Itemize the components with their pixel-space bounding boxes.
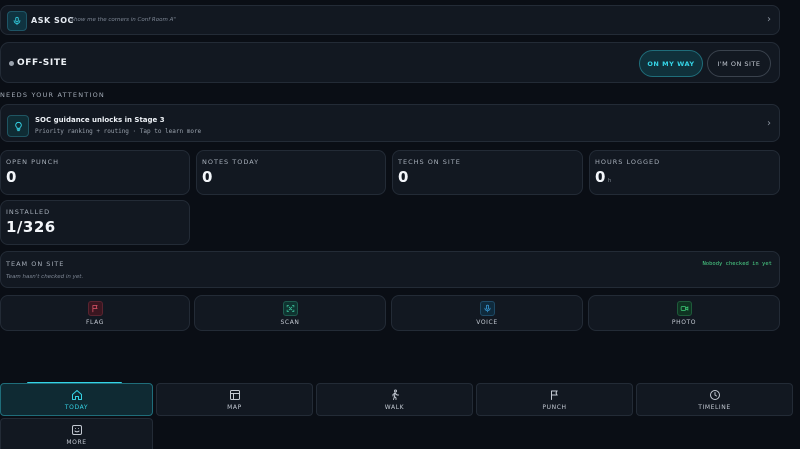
scan-action-button[interactable]: SCAN: [194, 295, 386, 331]
flag-icon: [550, 390, 558, 400]
nav-label: TIMELINE: [698, 404, 731, 411]
home-icon: [71, 390, 82, 400]
stat-value: 0: [398, 168, 409, 186]
photo-action-button[interactable]: PHOTO: [588, 295, 780, 331]
nav-label: MAP: [227, 404, 242, 411]
stat-value: 0h: [595, 168, 612, 186]
stat-label: HOURS LOGGED: [595, 158, 661, 166]
action-label: SCAN: [280, 319, 300, 326]
more-icon: [71, 425, 82, 435]
stat-installed[interactable]: INSTALLED 1/326: [0, 200, 190, 245]
mic-icon: [480, 301, 495, 316]
stat-notes-today[interactable]: NOTES TODAY 0: [196, 150, 386, 195]
stat-value: 0: [6, 168, 17, 186]
stat-techs-on-site[interactable]: TECHS ON SITE 0: [392, 150, 583, 195]
flag-action-button[interactable]: FLAG: [0, 295, 190, 331]
mic-icon: [7, 11, 27, 31]
guidance-subtitle: Priority ranking + routing · Tap to lear…: [35, 128, 202, 135]
stat-unit: h: [607, 178, 612, 184]
ask-soc-bar[interactable]: ASK SOC "Show me the corners in Conf Roo…: [0, 5, 780, 35]
stat-label: NOTES TODAY: [202, 158, 260, 166]
flag-icon: [88, 301, 103, 316]
nav-tab-map[interactable]: MAP: [156, 383, 313, 416]
team-on-site-card[interactable]: TEAM ON SITE Team hasn't checked in yet.…: [0, 251, 780, 288]
nav-tab-today[interactable]: TODAY: [0, 383, 153, 416]
action-label: VOICE: [476, 319, 498, 326]
nav-label: MORE: [66, 439, 87, 446]
nav-tab-walk[interactable]: WALK: [316, 383, 473, 416]
on-my-way-button[interactable]: ON MY WAY: [639, 50, 703, 77]
nav-tab-more[interactable]: MORE: [0, 418, 153, 449]
nav-label: WALK: [384, 404, 405, 411]
clock-icon: [709, 390, 720, 400]
section-title-attention: NEEDS YOUR ATTENTION: [0, 91, 105, 99]
status-dot-icon: [9, 61, 14, 66]
guidance-title: SOC guidance unlocks in Stage 3: [35, 116, 165, 124]
team-on-site-label: TEAM ON SITE: [6, 260, 65, 268]
im-on-site-button[interactable]: I'M ON SITE: [707, 50, 771, 77]
chevron-right-icon: ›: [767, 118, 771, 129]
map-icon: [229, 390, 240, 400]
soc-guidance-card[interactable]: SOC guidance unlocks in Stage 3 Priority…: [0, 104, 780, 142]
nav-label: TODAY: [64, 404, 89, 411]
stat-hours-logged[interactable]: HOURS LOGGED 0h: [589, 150, 780, 195]
stat-value: 1/326: [6, 218, 56, 236]
voice-action-button[interactable]: VOICE: [391, 295, 583, 331]
walk-icon: [392, 389, 399, 400]
action-label: FLAG: [86, 319, 104, 326]
team-empty-message: Team hasn't checked in yet.: [6, 274, 84, 280]
nav-label: PUNCH: [542, 404, 567, 411]
scan-icon: [283, 301, 298, 316]
stat-label: INSTALLED: [6, 208, 51, 216]
stat-label: TECHS ON SITE: [398, 158, 461, 166]
nav-tab-punch[interactable]: PUNCH: [476, 383, 633, 416]
team-checkin-status: Nobody checked in yet: [702, 261, 772, 267]
lightbulb-icon: [7, 115, 29, 137]
site-status-label: OFF-SITE: [17, 58, 68, 68]
action-label: PHOTO: [671, 319, 697, 326]
chevron-right-icon: ›: [767, 14, 771, 25]
stat-value: 0: [202, 168, 213, 186]
nav-tab-timeline[interactable]: TIMELINE: [636, 383, 793, 416]
stat-label: OPEN PUNCH: [6, 158, 60, 166]
ask-soc-hint: "Show me the corners in Conf Room A": [68, 17, 176, 23]
stat-value-number: 0: [595, 168, 606, 186]
stat-open-punch[interactable]: OPEN PUNCH 0: [0, 150, 190, 195]
camera-icon: [677, 301, 692, 316]
